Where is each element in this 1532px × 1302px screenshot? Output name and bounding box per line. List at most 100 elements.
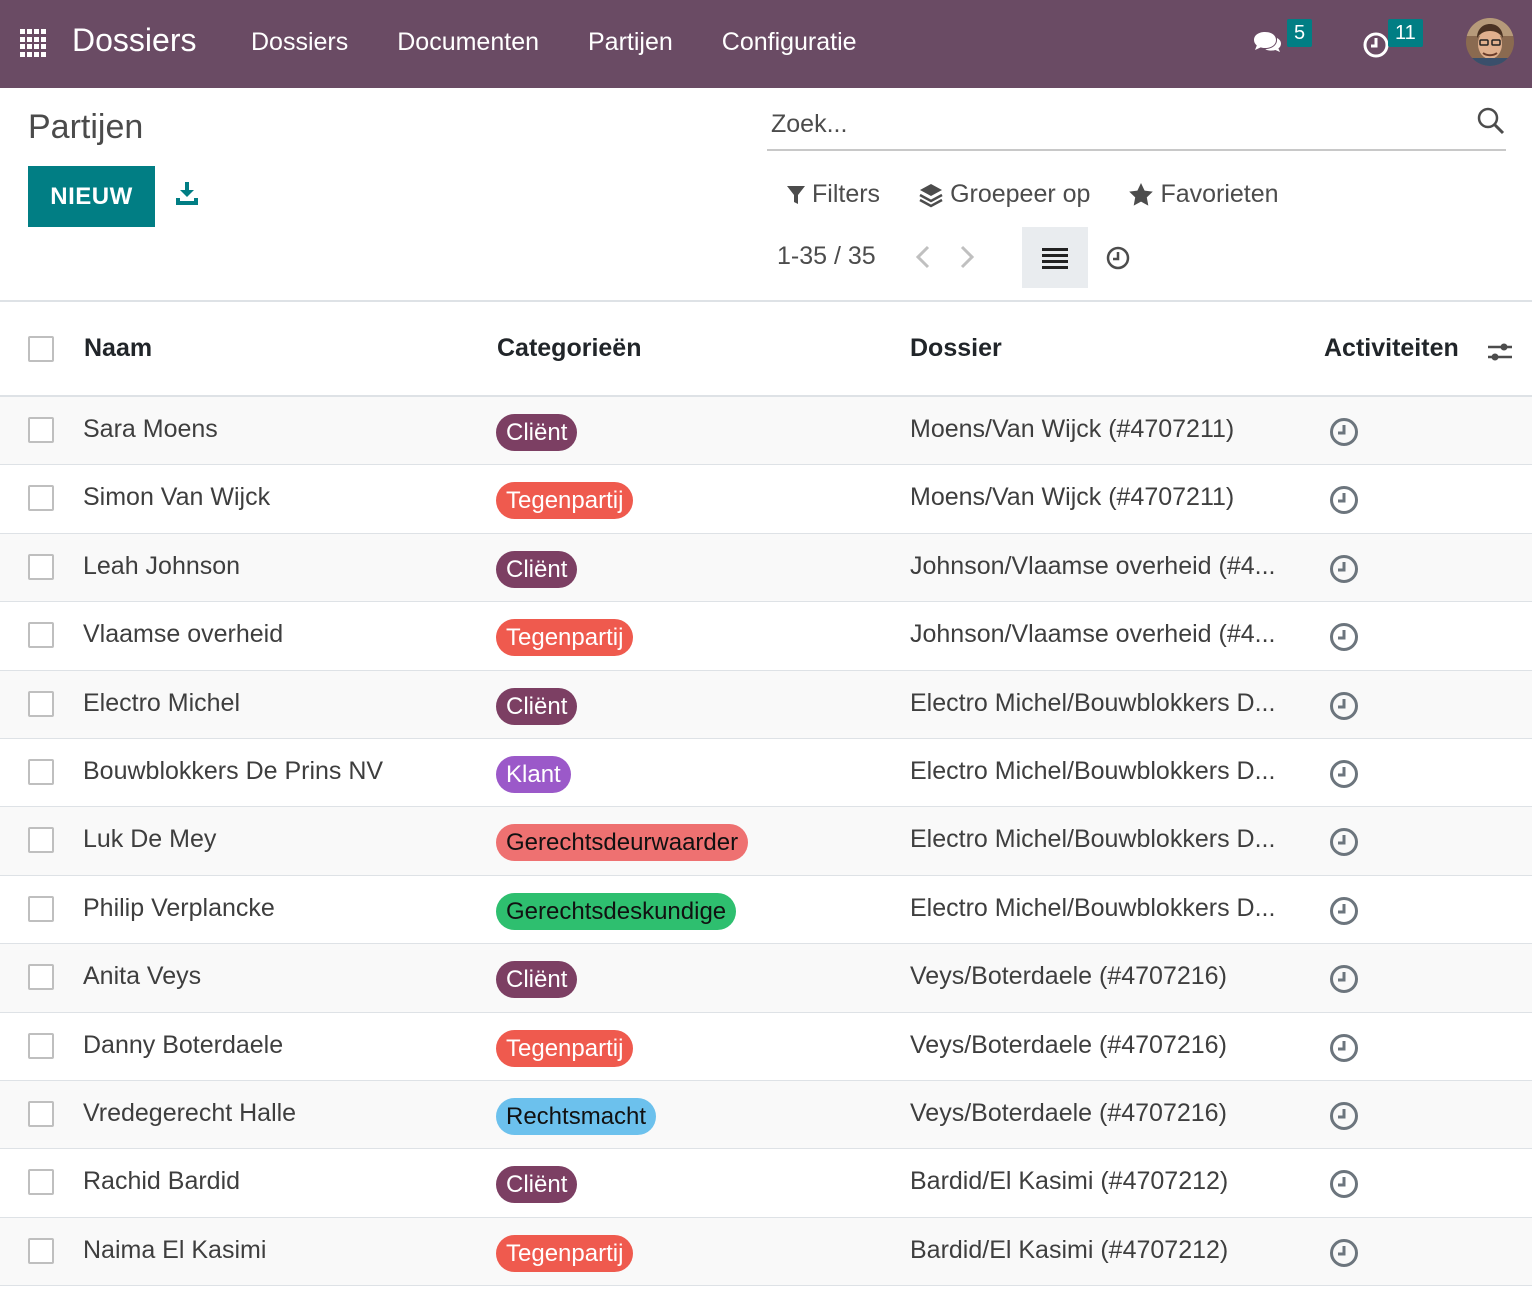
table-row[interactable]: Sara Moens Cliënt Moens/Van Wijck (#470721…: [0, 397, 1532, 466]
table-row[interactable]: Electro Michel Cliënt Electro Michel/Bouwb…: [0, 670, 1532, 739]
activity-clock-icon[interactable]: [1328, 963, 1360, 995]
row-checkbox[interactable]: [28, 827, 54, 854]
cell-dossier[interactable]: Moens/Van Wijck (#4707211): [910, 483, 1306, 512]
row-checkbox[interactable]: [28, 1169, 54, 1196]
search-icon[interactable]: [1476, 106, 1506, 136]
activity-clock-icon[interactable]: [1328, 826, 1360, 858]
category-tag: Rechtsmacht: [496, 1097, 657, 1135]
menu-item-documenten[interactable]: Documenten: [397, 28, 539, 57]
cell-dossier[interactable]: Bardid/El Kasimi (#4707212): [910, 1236, 1306, 1265]
list-view-icon: [1042, 247, 1068, 269]
search-bar: [767, 100, 1506, 151]
activity-clock-icon[interactable]: [1328, 553, 1360, 585]
cell-naam: Vredegerecht Halle: [83, 1098, 297, 1127]
apps-menu-icon[interactable]: [20, 29, 48, 57]
select-all-checkbox[interactable]: [28, 336, 54, 362]
row-checkbox[interactable]: [28, 1032, 54, 1059]
table-row[interactable]: Bouwblokkers De Prins NV Klant Electro Mic…: [0, 739, 1532, 808]
row-checkbox[interactable]: [28, 964, 54, 991]
table-row[interactable]: Anita Veys Cliënt Veys/Boterdaele (#470721…: [0, 944, 1532, 1013]
optional-columns-sliders-icon[interactable]: [1486, 338, 1514, 366]
row-checkbox[interactable]: [28, 690, 54, 717]
table-row[interactable]: Luk De Mey Gerechtsdeurwaarder Electro Mic…: [0, 807, 1532, 876]
activity-clock-icon[interactable]: [1328, 690, 1360, 722]
menu-item-partijen[interactable]: Partijen: [588, 28, 673, 57]
app-brand[interactable]: Dossiers: [72, 22, 196, 59]
list-view-button[interactable]: [1022, 227, 1088, 288]
table-row[interactable]: Danny Boterdaele Tegenpartij Veys/Boterdae…: [0, 1013, 1532, 1081]
category-tag: Klant: [496, 755, 571, 793]
pager-value[interactable]: 1-35 / 35: [777, 242, 876, 271]
cell-dossier[interactable]: Moens/Van Wijck (#4707211): [910, 415, 1306, 444]
column-header-categorieen[interactable]: Categorieën: [497, 334, 641, 363]
favorites-button[interactable]: Favorieten: [1128, 180, 1279, 209]
chevron-left-icon[interactable]: [912, 243, 936, 271]
row-checkbox[interactable]: [28, 1237, 54, 1264]
table-row[interactable]: Naima El Kasimi Tegenpartij Bardid/El Kasi…: [0, 1217, 1532, 1287]
search-input[interactable]: [771, 104, 1461, 144]
cell-dossier[interactable]: Johnson/Vlaamse overheid (#4...: [910, 552, 1306, 581]
row-checkbox[interactable]: [28, 622, 54, 649]
column-header-dossier[interactable]: Dossier: [910, 334, 1002, 363]
activity-clock-icon[interactable]: [1328, 621, 1360, 653]
category-tag: Gerechtsdeskundige: [496, 892, 737, 930]
favorites-label: Favorieten: [1160, 180, 1279, 208]
cell-dossier[interactable]: Veys/Boterdaele (#4707216): [910, 962, 1306, 991]
column-header-naam[interactable]: Naam: [84, 334, 152, 363]
activities-counter: 11: [1388, 19, 1423, 47]
activity-clock-icon[interactable]: [1328, 416, 1360, 448]
row-checkbox[interactable]: [28, 417, 54, 443]
activity-clock-icon[interactable]: [1328, 1237, 1360, 1269]
activity-clock-icon[interactable]: [1328, 484, 1360, 516]
user-avatar[interactable]: [1466, 18, 1514, 66]
category-tag: Cliënt: [496, 687, 578, 725]
activity-clock-icon[interactable]: [1328, 895, 1360, 927]
group-by-button[interactable]: Groepeer op: [918, 180, 1090, 209]
row-checkbox[interactable]: [28, 895, 54, 922]
cell-dossier[interactable]: Veys/Boterdaele (#4707216): [910, 1099, 1306, 1128]
chevron-right-icon[interactable]: [954, 243, 978, 271]
menu-item-configuratie[interactable]: Configuratie: [722, 28, 857, 57]
cell-dossier[interactable]: Electro Michel/Bouwblokkers D...: [910, 757, 1306, 786]
cell-naam: Electro Michel: [83, 688, 240, 717]
activity-clock-icon[interactable]: [1328, 1168, 1360, 1200]
filters-label: Filters: [812, 180, 881, 208]
row-checkbox[interactable]: [28, 553, 54, 580]
cell-naam: Luk De Mey: [83, 825, 217, 854]
row-checkbox[interactable]: [28, 1100, 54, 1127]
cell-dossier[interactable]: Electro Michel/Bouwblokkers D...: [910, 689, 1306, 718]
table-row[interactable]: Vlaamse overheid Tegenpartij Johnson/Vlaam…: [0, 602, 1532, 671]
filters-button[interactable]: Filters: [786, 180, 880, 209]
cell-dossier[interactable]: Johnson/Vlaamse overheid (#4...: [910, 620, 1306, 649]
table-row[interactable]: Leah Johnson Cliënt Johnson/Vlaamse overhe…: [0, 533, 1532, 603]
cell-dossier[interactable]: Bardid/El Kasimi (#4707212): [910, 1167, 1306, 1196]
category-tag: Cliënt: [496, 961, 578, 999]
group-by-label: Groepeer op: [950, 180, 1091, 208]
menu-item-dossiers[interactable]: Dossiers: [251, 28, 348, 57]
category-tag: Tegenpartij: [496, 482, 634, 520]
activity-view-clock-icon[interactable]: [1104, 244, 1132, 272]
activity-clock-icon[interactable]: [1328, 1100, 1360, 1132]
category-tag: Cliënt: [496, 1166, 578, 1204]
row-checkbox[interactable]: [28, 758, 54, 785]
cell-naam: Rachid Bardid: [83, 1167, 241, 1196]
cell-dossier[interactable]: Electro Michel/Bouwblokkers D...: [910, 825, 1306, 854]
table-row[interactable]: Philip Verplancke Gerechtsdeskundige Elect…: [0, 876, 1532, 945]
row-checkbox[interactable]: [28, 485, 54, 512]
cell-naam: Philip Verplancke: [83, 893, 275, 922]
cell-naam: Bouwblokkers De Prins NV: [83, 756, 384, 785]
cell-naam: Vlaamse overheid: [83, 620, 284, 649]
table-row[interactable]: Vredegerecht Halle Rechtsmacht Veys/Boterd…: [0, 1080, 1532, 1150]
activity-clock-icon[interactable]: [1328, 758, 1360, 790]
new-button[interactable]: NIEUW: [28, 166, 155, 227]
download-icon[interactable]: [173, 180, 201, 208]
column-header-activiteiten[interactable]: Activiteiten: [1324, 334, 1459, 363]
table-body: Sara Moens Cliënt Moens/Van Wijck (#470721…: [0, 397, 1532, 1287]
activity-clock-icon[interactable]: [1328, 1032, 1360, 1064]
table-row[interactable]: Rachid Bardid Cliënt Bardid/El Kasimi (#47…: [0, 1149, 1532, 1218]
cell-naam: Simon Van Wijck: [83, 483, 271, 512]
cell-dossier[interactable]: Electro Michel/Bouwblokkers D...: [910, 894, 1306, 923]
table-row[interactable]: Simon Van Wijck Tegenpartij Moens/Van Wijc…: [0, 465, 1532, 534]
cell-dossier[interactable]: Veys/Boterdaele (#4707216): [910, 1031, 1306, 1060]
messages-icon[interactable]: [1250, 26, 1284, 60]
